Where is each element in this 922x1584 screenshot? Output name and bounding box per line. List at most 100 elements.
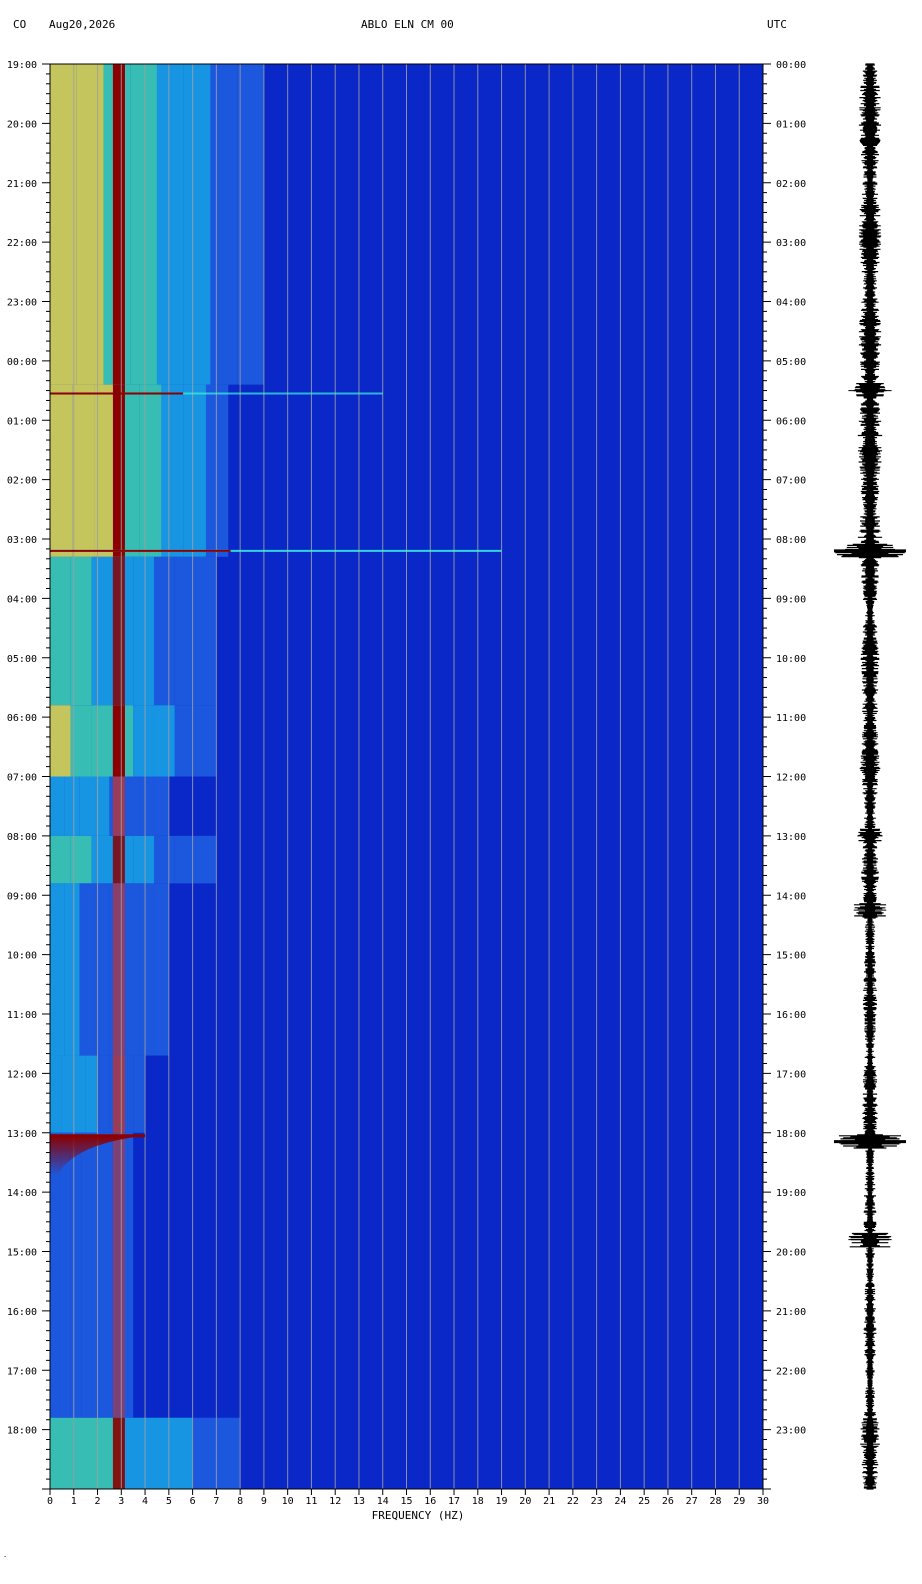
band-cell [79,776,95,836]
band-cell [101,1132,113,1418]
y-tick-label-left: 12:00 [7,1069,37,1080]
y-tick-label-left: 19:00 [7,60,37,71]
x-tick-label: 15 [400,1496,412,1507]
x-tick-label: 24 [614,1496,626,1507]
y-tick-label-right: 05:00 [776,357,806,368]
band-cell [79,883,95,1056]
x-tick-label: 9 [261,1496,267,1507]
x-tick-label: 7 [213,1496,219,1507]
x-tick-label: 4 [142,1496,148,1507]
band-cell [139,776,154,836]
band-cell [91,556,113,706]
x-tick-label: 6 [190,1496,196,1507]
x-tick-label: 16 [424,1496,436,1507]
band-cell [50,1417,74,1489]
y-tick-label-right: 11:00 [776,713,806,724]
y-tick-label-right: 19:00 [776,1188,806,1199]
y-tick-label-right: 08:00 [776,535,806,546]
band-cell [60,1132,71,1418]
energy-band [50,384,229,557]
energy-band [50,705,217,777]
band-cell [153,883,169,1056]
band-cell [205,384,229,557]
x-tick-label: 19 [496,1496,508,1507]
y-tick-label-right: 00:00 [776,60,806,71]
x-tick-label: 14 [377,1496,389,1507]
band-cell [50,556,71,706]
band-cell [70,1132,82,1418]
band-cell [237,64,264,385]
y-tick-label-left: 22:00 [7,238,37,249]
x-tick-label: 29 [733,1496,745,1507]
band-cell [97,1055,110,1133]
band-cell [153,835,175,884]
x-tick-label: 17 [448,1496,460,1507]
x-tick-label: 13 [353,1496,365,1507]
y-tick-label-left: 04:00 [7,594,37,605]
dominant-frequency-band [112,384,125,557]
band-cell [64,776,80,836]
y-tick-label-left: 23:00 [7,298,37,309]
energy-band [50,64,264,385]
y-tick-label-right: 01:00 [776,119,806,130]
band-cell [153,705,175,777]
band-cell [156,64,184,385]
y-tick-label-left: 08:00 [7,832,37,843]
band-cell [94,883,110,1056]
dominant-frequency-band [112,1417,125,1489]
y-tick-label-right: 23:00 [776,1426,806,1437]
band-cell [133,1055,146,1133]
band-cell [183,64,211,385]
y-tick-label-right: 21:00 [776,1307,806,1318]
dominant-frequency-band [112,1132,125,1418]
dominant-frequency-band [112,883,125,1056]
x-tick-label: 1 [71,1496,77,1507]
band-cell [195,556,217,706]
dominant-frequency-band [112,64,125,385]
y-tick-label-right: 17:00 [776,1069,806,1080]
band-cell [216,1417,241,1489]
band-cell [161,384,184,557]
band-cell [192,1417,217,1489]
band-cell [153,556,175,706]
band-cell [85,1055,98,1133]
seismogram-trace [834,63,906,1490]
y-tick-label-right: 04:00 [776,298,806,309]
x-tick-label: 22 [567,1496,579,1507]
energy-band [50,556,217,706]
band-cell [153,776,169,836]
y-tick-label-right: 02:00 [776,179,806,190]
band-cell [72,384,95,557]
y-tick-label-right: 22:00 [776,1366,806,1377]
x-tick-label: 11 [305,1496,317,1507]
x-tick-label: 26 [662,1496,674,1507]
band-cell [210,64,238,385]
y-tick-label-left: 16:00 [7,1307,37,1318]
spectrogram-chart: 0 1 2 3 4 5 6 7 8 9 10 11 12 13 14 15 16 17 18 19 20 21 22 23 24… [7,60,906,1522]
y-tick-label-left: 00:00 [7,357,37,368]
y-tick-label-right: 14:00 [776,891,806,902]
dominant-frequency-band [112,705,125,777]
band-cell [50,705,71,777]
x-tick-label: 0 [47,1496,53,1507]
y-tick-label-right: 06:00 [776,416,806,427]
y-tick-label-left: 06:00 [7,713,37,724]
band-cell [73,1055,86,1133]
band-cell [133,835,154,884]
y-tick-label-left: 02:00 [7,476,37,487]
trace-waveform [835,63,905,1490]
band-cell [124,883,140,1056]
y-tick-label-left: 11:00 [7,1010,37,1021]
x-tick-label: 27 [686,1496,698,1507]
band-cell [50,1055,62,1133]
band-cell [91,1132,102,1418]
band-cell [94,776,110,836]
y-tick-label-left: 09:00 [7,891,37,902]
x-tick-label: 10 [282,1496,294,1507]
x-tick-label: 21 [543,1496,555,1507]
y-tick-label-right: 15:00 [776,951,806,962]
x-tick-label: 5 [166,1496,172,1507]
x-tick-label: 20 [519,1496,531,1507]
y-tick-label-left: 15:00 [7,1248,37,1259]
x-tick-label: 3 [118,1496,124,1507]
